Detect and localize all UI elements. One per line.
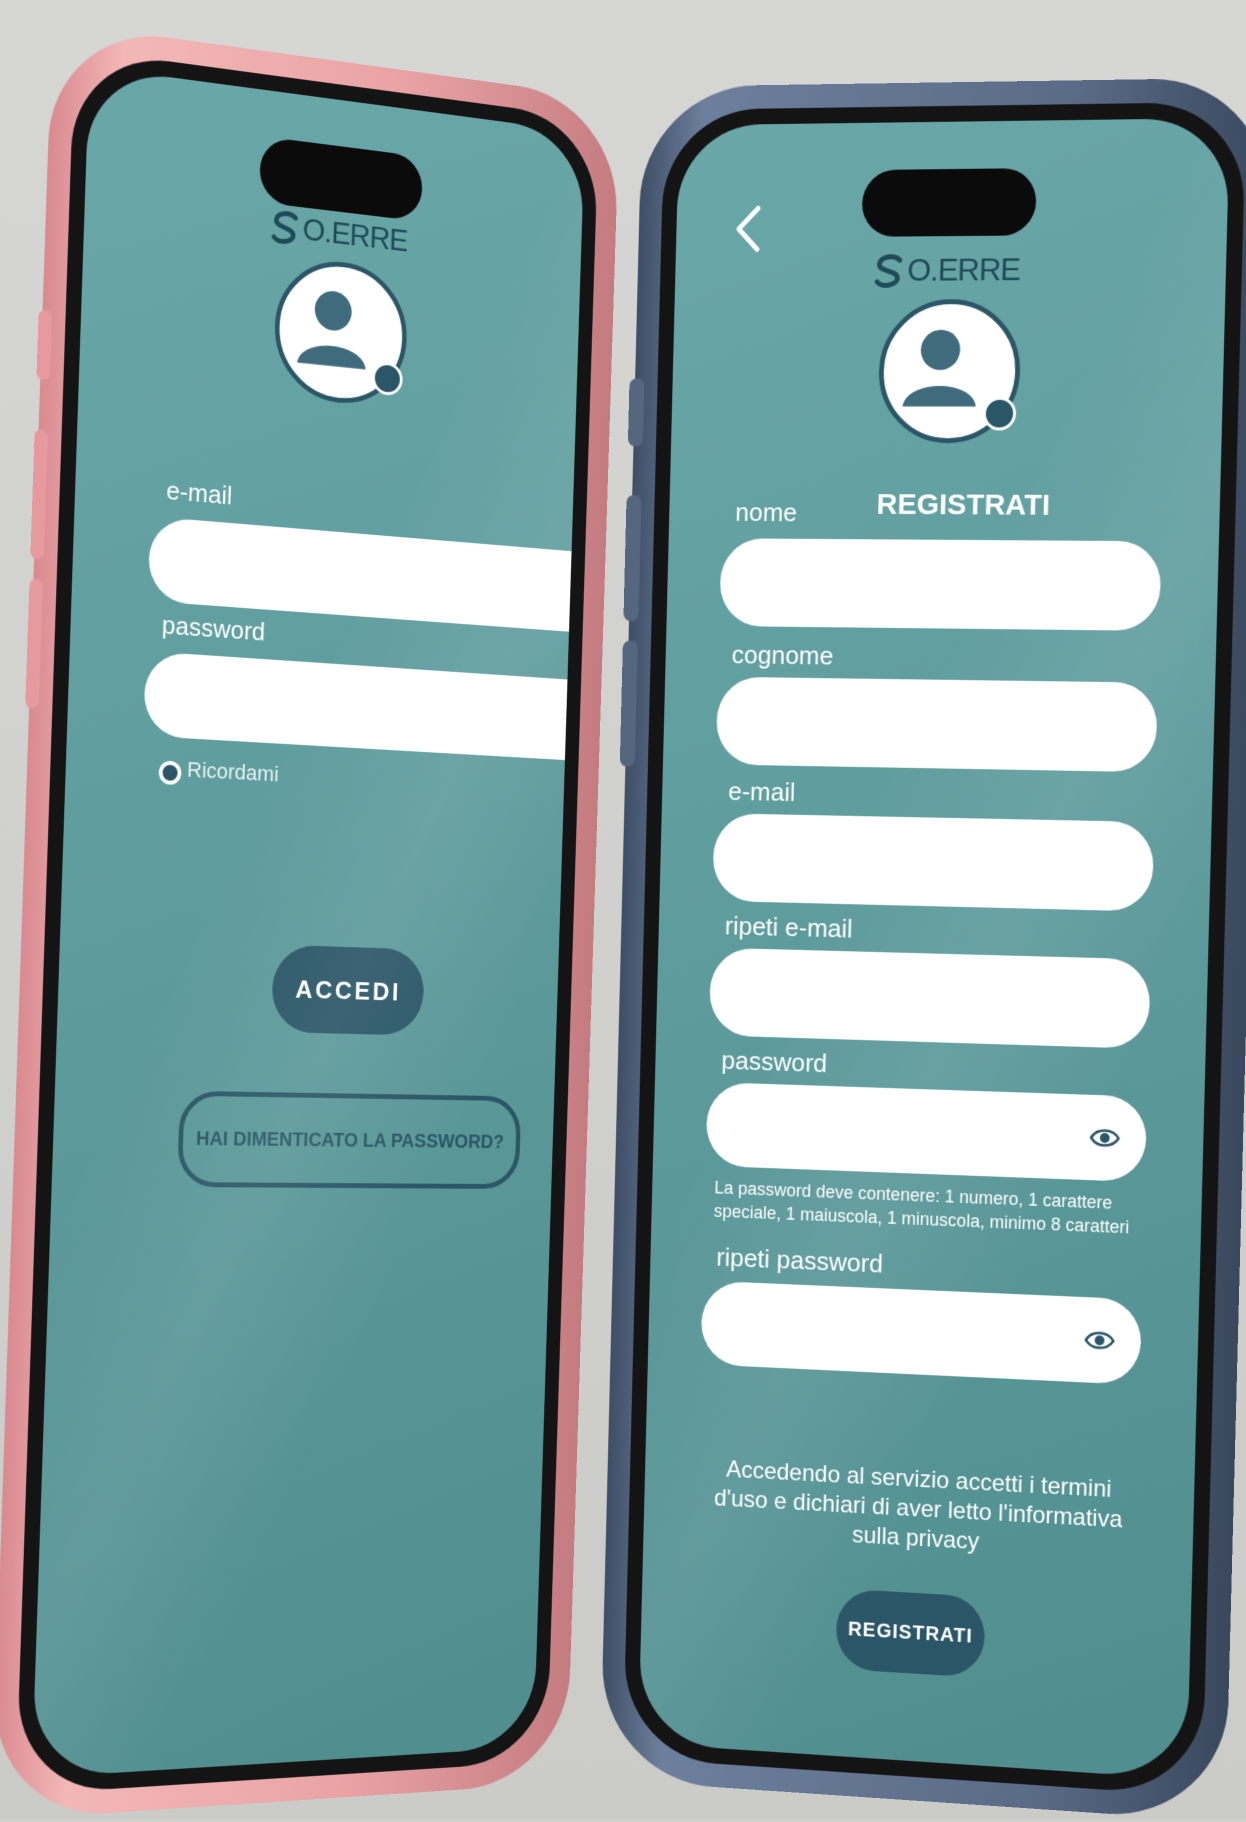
field-label-cognome: cognome	[731, 639, 834, 671]
register-screen: O.ERRE nome REGISTRATI cognome e-mail ri…	[638, 117, 1230, 1780]
password-hint: La password deve contenere: 1 numero, 1 …	[713, 1177, 1130, 1238]
edit-pencil-icon[interactable]	[982, 396, 1017, 431]
field-label-repeat-email: ripeti e-mail	[724, 910, 854, 944]
field-label-nome: nome	[734, 497, 798, 528]
repeat-password-field[interactable]	[700, 1280, 1142, 1386]
login-screen: O.ERRE e-mail password Ricordami ACCEDI …	[31, 66, 585, 1778]
logo-mark-icon	[874, 254, 904, 288]
action-button	[36, 309, 53, 381]
action-button	[627, 378, 645, 447]
volume-up-button	[623, 494, 642, 622]
eye-icon[interactable]	[1089, 1123, 1121, 1154]
field-label-repeat-password: ripeti password	[716, 1242, 884, 1279]
logo-mark-icon	[271, 209, 299, 245]
forgot-password-button[interactable]: HAI DIMENTICATO LA PASSWORD?	[176, 1090, 522, 1189]
remember-radio[interactable]	[158, 760, 182, 786]
nome-field[interactable]	[719, 538, 1162, 631]
login-button[interactable]: ACCEDI	[270, 944, 425, 1036]
password-label: password	[161, 609, 266, 647]
logo-text: O.ERRE	[302, 211, 408, 259]
page-title: REGISTRATI	[876, 488, 1051, 522]
remember-label: Ricordami	[186, 757, 279, 787]
password-field[interactable]	[705, 1081, 1148, 1183]
repeat-email-field[interactable]	[708, 947, 1151, 1049]
avatar[interactable]	[877, 298, 1022, 444]
login-phone: O.ERRE e-mail password Ricordami ACCEDI …	[0, 21, 620, 1821]
dynamic-island	[861, 168, 1037, 237]
terms-text: Accedendo al servizio accetti i termini …	[713, 1456, 1123, 1556]
register-button[interactable]: REGISTRATI	[835, 1588, 986, 1678]
cognome-field[interactable]	[715, 676, 1158, 773]
avatar[interactable]	[272, 254, 409, 410]
volume-down-button	[619, 640, 638, 767]
email-field[interactable]	[712, 813, 1155, 912]
field-label-email: e-mail	[727, 776, 796, 807]
back-chevron-icon[interactable]	[731, 202, 766, 255]
email-label: e-mail	[165, 475, 233, 511]
logo-text: O.ERRE	[906, 251, 1021, 288]
forgot-password-label: HAI DIMENTICATO LA PASSWORD?	[195, 1127, 505, 1153]
password-field[interactable]	[143, 651, 585, 763]
register-phone: O.ERRE nome REGISTRATI cognome e-mail ri…	[599, 77, 1246, 1822]
eye-icon[interactable]	[1083, 1325, 1115, 1356]
field-label-password: password	[721, 1045, 828, 1079]
brand-logo: O.ERRE	[874, 251, 1021, 288]
